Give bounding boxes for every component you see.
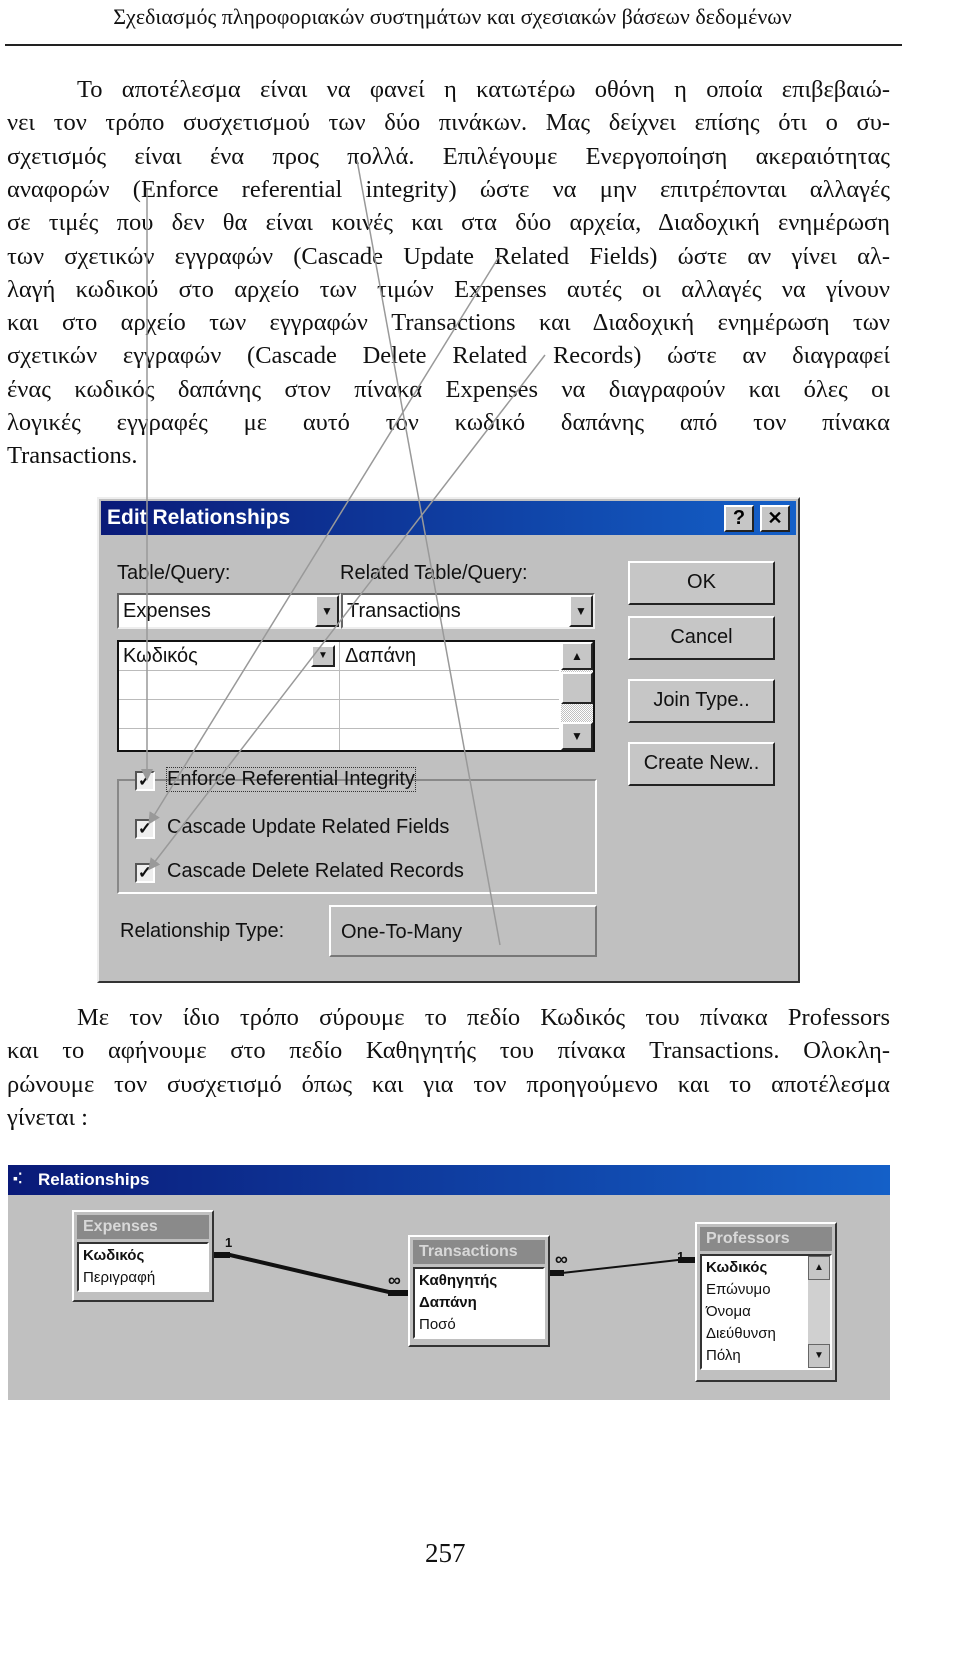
- table-title: Expenses: [77, 1215, 209, 1239]
- checkbox[interactable]: ✓: [135, 771, 155, 791]
- table-query-value: Expenses: [123, 600, 211, 622]
- text-line: λογικές εγγραφές με αυτό τον κωδικό δαπά…: [7, 409, 890, 436]
- cardinality-many: ∞: [555, 1249, 568, 1269]
- grid-scrollbar[interactable]: ▲ ▼: [561, 642, 593, 750]
- scroll-up-icon[interactable]: ▲: [808, 1256, 830, 1280]
- running-header: Σχεδιασμός πληροφοριακών συστημάτων και …: [113, 4, 792, 29]
- field-item[interactable]: Περιγραφή: [83, 1267, 203, 1289]
- text-line: ρώνουμε τον συσχετισμό όπως και για τον …: [7, 1070, 890, 1098]
- checkbox-label[interactable]: Cascade Update Related Fields: [167, 816, 449, 839]
- transactions-table[interactable]: Transactions Καθηγητής Δαπάνη Ποσό: [408, 1235, 550, 1347]
- field-item[interactable]: Καθηγητής: [419, 1270, 539, 1292]
- field-item[interactable]: Επώνυμο: [706, 1279, 804, 1301]
- cardinality-one: 1: [677, 1249, 685, 1264]
- text-line: Με τον ίδιο τρόπο σύρουμε το πεδίο Κωδικ…: [77, 1004, 890, 1031]
- text-line: και το αφήνουμε στο πεδίο Καθηγητής του …: [7, 1037, 890, 1065]
- cancel-button[interactable]: Cancel: [628, 616, 775, 660]
- table-scrollbar[interactable]: ▲ ▼: [808, 1256, 830, 1368]
- close-button[interactable]: ✕: [760, 505, 790, 532]
- relationship-type-label: Relationship Type:: [120, 920, 285, 942]
- text-line: νει τον τρόπο συσχετισμού των δύο πινάκω…: [7, 109, 890, 137]
- text-line: γίνεται :: [7, 1103, 88, 1131]
- field-item[interactable]: Διεύθυνση: [706, 1323, 804, 1345]
- grid-divider: [339, 642, 340, 750]
- cardinality-one: 1: [225, 1235, 233, 1250]
- expenses-table[interactable]: Expenses Κωδικός Περιγραφή: [72, 1210, 214, 1302]
- related-table-combo[interactable]: Transactions ▼: [341, 593, 595, 629]
- checkbox-label[interactable]: Enforce Referential Integrity: [166, 767, 416, 792]
- field-list: Κωδικός Περιγραφή: [77, 1242, 209, 1292]
- edit-relationships-dialog: Edit Relationships ? ✕ Table/Query: Rela…: [97, 497, 800, 983]
- cardinality-many: ∞: [388, 1270, 401, 1290]
- help-button[interactable]: ?: [724, 505, 754, 532]
- expenses-transactions-line: [208, 1253, 408, 1295]
- scroll-down-icon[interactable]: ▼: [561, 722, 593, 750]
- dialog-title: Edit Relationships: [107, 506, 291, 529]
- text-line: των σχετικών εγγραφών (Cascade Update Re…: [7, 242, 890, 270]
- field-item[interactable]: Κωδικός: [83, 1245, 203, 1267]
- text-line: και στο αρχείο των εγγραφών Transactions…: [7, 309, 890, 337]
- header-rule: [5, 44, 902, 46]
- table-query-label: Table/Query:: [117, 562, 231, 584]
- page-number: 257: [425, 1538, 466, 1568]
- checkbox-label[interactable]: Cascade Delete Related Records: [167, 860, 464, 883]
- text-line: σε τιμές που δεν θα είναι κοινές και στα…: [7, 209, 890, 237]
- create-new-button[interactable]: Create New..: [628, 742, 775, 786]
- scroll-down-icon[interactable]: ▼: [808, 1344, 830, 1368]
- join-type-button[interactable]: Join Type..: [628, 679, 775, 723]
- text-line: σχετισμός είναι ένα προς πολλά. Επιλέγου…: [7, 142, 890, 170]
- text-line: ένας κωδικός δαπάνης στον πίνακα Expense…: [7, 375, 890, 403]
- fields-grid[interactable]: Κωδικός ▼ Δαπάνη ▲ ▼: [117, 640, 595, 752]
- scroll-thumb[interactable]: [561, 672, 593, 704]
- relationship-type-value: One-To-Many: [341, 921, 463, 943]
- relationships-window: ▪⁚ Relationships 1 ∞ ∞ 1 Expenses Κωδικός…: [8, 1165, 890, 1400]
- field-list: Καθηγητής Δαπάνη Ποσό: [413, 1267, 545, 1339]
- relationship-type-box: One-To-Many: [329, 905, 597, 957]
- table-title: Professors: [700, 1227, 832, 1251]
- text-line: λαγή κωδικού στο αρχείο των τιμών Expens…: [7, 275, 890, 303]
- table-title: Transactions: [413, 1240, 545, 1264]
- related-table-query-label: Related Table/Query:: [340, 562, 528, 584]
- table-query-combo[interactable]: Expenses ▼: [117, 593, 341, 629]
- grid-field-right[interactable]: Δαπάνη: [345, 645, 416, 668]
- text-line: Transactions.: [7, 442, 138, 470]
- chevron-down-icon[interactable]: ▼: [315, 595, 339, 627]
- checkbox[interactable]: ✓: [135, 819, 155, 839]
- scroll-up-icon[interactable]: ▲: [561, 642, 593, 670]
- text-line: αναφορών (Enforce referential integrity)…: [7, 175, 890, 203]
- text-line: σχετικών εγγραφών (Cascade Delete Relate…: [7, 342, 890, 370]
- text-line: Το αποτέλεσμα είναι να φανεί η κατωτέρω …: [77, 76, 890, 103]
- professors-table[interactable]: Professors Κωδικός Επώνυμο Όνομα Διεύθυνση Πό…: [695, 1222, 837, 1382]
- professors-transactions-line: [548, 1259, 696, 1274]
- related-table-value: Transactions: [347, 600, 461, 622]
- field-item[interactable]: Ποσό: [419, 1314, 539, 1336]
- ok-button[interactable]: OK: [628, 561, 775, 605]
- field-list: Κωδικός Επώνυμο Όνομα Διεύθυνση Πόλη ▲ ▼: [700, 1254, 832, 1370]
- dialog-title-bar: Edit Relationships ? ✕: [101, 501, 796, 535]
- field-item[interactable]: Κωδικός: [706, 1257, 804, 1279]
- grid-field-left[interactable]: Κωδικός: [123, 645, 198, 668]
- chevron-down-icon[interactable]: ▼: [311, 645, 335, 667]
- checkbox[interactable]: ✓: [135, 863, 155, 883]
- field-item[interactable]: Πόλη: [706, 1345, 804, 1367]
- field-item[interactable]: Δαπάνη: [419, 1292, 539, 1314]
- field-item[interactable]: Όνομα: [706, 1301, 804, 1323]
- chevron-down-icon[interactable]: ▼: [569, 595, 593, 627]
